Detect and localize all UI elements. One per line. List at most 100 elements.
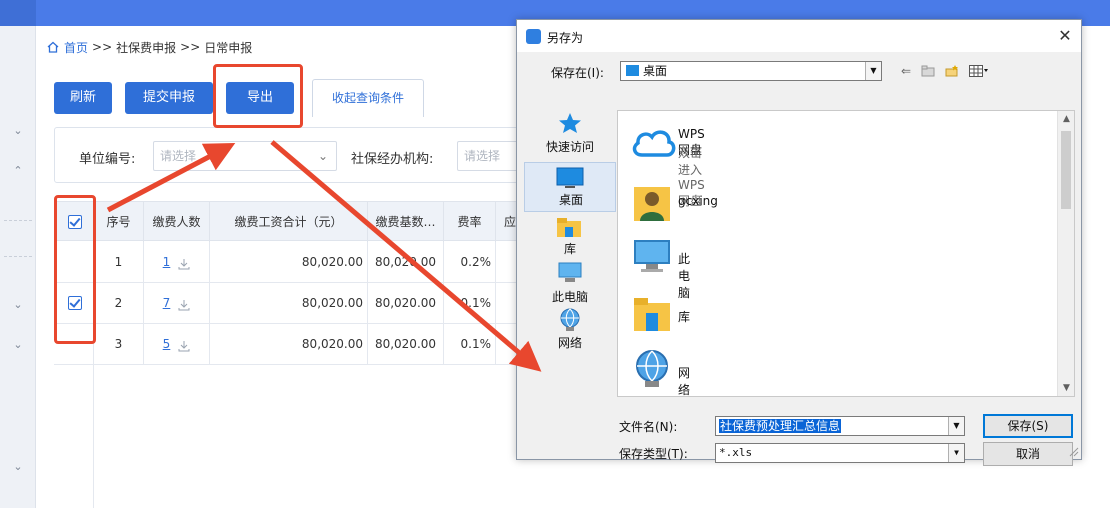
rate-cell: 0.1% (444, 324, 496, 364)
save-in-label: 保存在(I): (551, 66, 604, 80)
agency-label: 社保经办机构: (351, 152, 434, 167)
filetype-label: 保存类型(T): (619, 447, 688, 461)
dropdown-arrow-icon[interactable]: ▼ (948, 444, 964, 462)
dialog-body: 保存在(I): 桌面 ▼ ⇐ 快速访问 桌面 库 此电脑 网络 WPS网盘 双击… (517, 52, 1081, 466)
divider (4, 256, 32, 257)
row-index: 3 (94, 324, 144, 364)
dialog-titlebar: 另存为 ✕ (517, 20, 1081, 52)
chevron-up-icon[interactable]: ⌃ (0, 160, 36, 182)
filename-value: 社保费预处理汇总信息 (719, 419, 842, 433)
chevron-down-icon[interactable]: ⌄ (0, 120, 36, 142)
filename-label: 文件名(N): (619, 420, 678, 434)
place-label: 此电脑 (551, 290, 588, 304)
cloud-icon (632, 130, 676, 157)
place-network[interactable]: 网络 (524, 308, 616, 356)
base-cell: 80,020.00 (368, 324, 444, 364)
place-label: 快速访问 (545, 140, 594, 154)
breadcrumb-home[interactable]: 首页 (64, 39, 88, 56)
app-icon (526, 29, 541, 44)
desktop-icon (556, 167, 584, 188)
base-cell: 80,020.00 (368, 283, 444, 323)
breadcrumb-separator: >> (180, 40, 201, 54)
filetype-value: *.xls (719, 446, 753, 459)
payer-count-link[interactable]: 7 (163, 296, 171, 310)
download-icon[interactable] (178, 299, 190, 311)
checkbox-highlight-box (54, 195, 96, 344)
scroll-down-icon[interactable]: ▼ (1058, 380, 1075, 396)
dialog-title: 另存为 (547, 31, 584, 45)
chevron-down-icon[interactable]: ⌄ (0, 294, 36, 316)
payer-count-cell: 1 (144, 242, 210, 282)
table-row: 2 7 80,020.00 80,020.00 0.1% (54, 283, 524, 324)
computer-icon (558, 262, 582, 282)
file-name: 库 (678, 310, 691, 324)
download-icon[interactable] (178, 340, 190, 352)
top-bar-left (0, 0, 36, 26)
save-in-select[interactable]: 桌面 ▼ (620, 61, 882, 81)
payer-count-cell: 7 (144, 283, 210, 323)
wage-total-cell: 80,020.00 (210, 324, 368, 364)
place-quick-access[interactable]: 快速访问 (524, 110, 616, 160)
place-this-pc[interactable]: 此电脑 (524, 260, 616, 306)
refresh-button[interactable]: 刷新 (54, 82, 112, 114)
computer-icon (634, 240, 670, 272)
file-name: 网络 (678, 366, 691, 397)
file-name: 此电脑 (678, 252, 691, 300)
chevron-down-icon[interactable]: ⌄ (0, 334, 36, 356)
column-header: 费率 (444, 202, 496, 242)
column-header: 缴费人数 (144, 202, 210, 242)
network-globe-icon (560, 308, 580, 331)
table-empty-area (54, 365, 94, 508)
unit-number-select[interactable]: 请选择 ⌄ (153, 141, 337, 171)
network-globe-icon (636, 350, 668, 387)
breadcrumb-separator: >> (92, 40, 113, 54)
star-icon (559, 113, 581, 133)
save-as-dialog: 另存为 ✕ 保存在(I): 桌面 ▼ ⇐ 快速访问 桌面 库 此电脑 网络 WP… (516, 19, 1082, 466)
payer-count-link[interactable]: 1 (163, 255, 171, 269)
dropdown-arrow-icon[interactable]: ▼ (865, 62, 881, 80)
new-folder-icon[interactable] (945, 65, 959, 77)
save-button[interactable]: 保存(S) (983, 414, 1073, 438)
place-library[interactable]: 库 (524, 214, 616, 258)
filetype-select[interactable]: *.xls ▼ (715, 443, 965, 463)
dialog-toolbar: ⇐ (901, 62, 989, 80)
place-label: 网络 (557, 336, 582, 350)
filename-input[interactable]: 社保费预处理汇总信息 ▼ (715, 416, 965, 436)
back-arrow-icon[interactable]: ⇐ (901, 64, 911, 78)
chevron-down-icon[interactable]: ⌄ (0, 456, 36, 478)
dropdown-arrow-icon[interactable]: ▼ (948, 417, 964, 435)
file-list-scrollbar[interactable]: ▲ ▼ (1057, 111, 1074, 396)
breadcrumb-current: 日常申报 (204, 40, 253, 55)
divider (4, 220, 32, 221)
unit-number-placeholder: 请选择 (160, 149, 197, 163)
base-cell: 80,020.00 (368, 242, 444, 282)
close-icon[interactable]: ✕ (1055, 26, 1075, 46)
payer-count-link[interactable]: 5 (163, 337, 171, 351)
payer-count-cell: 5 (144, 324, 210, 364)
wage-total-cell: 80,020.00 (210, 242, 368, 282)
collapse-query-tab[interactable]: 收起查询条件 (312, 79, 424, 117)
table-header: 序号 缴费人数 缴费工资合计（元） 缴费基数… 费率 应 (54, 201, 524, 242)
place-desktop[interactable]: 桌面 (524, 162, 616, 212)
wage-total-cell: 80,020.00 (210, 283, 368, 323)
row-index: 2 (94, 283, 144, 323)
up-folder-icon[interactable] (921, 65, 935, 77)
places-bar: 快速访问 桌面 库 此电脑 网络 (524, 110, 616, 360)
home-icon[interactable] (46, 40, 60, 54)
scroll-up-icon[interactable]: ▲ (1058, 111, 1075, 127)
file-name: gcxing (678, 194, 718, 208)
column-header: 序号 (94, 202, 144, 242)
submit-declaration-button[interactable]: 提交申报 (125, 82, 213, 114)
cancel-button[interactable]: 取消 (983, 442, 1073, 466)
breadcrumb-item[interactable]: 社保费申报 (116, 39, 176, 56)
row-index: 1 (94, 242, 144, 282)
export-highlight-box (213, 64, 303, 128)
scrollbar-thumb[interactable] (1061, 131, 1071, 209)
view-menu-icon[interactable] (969, 65, 989, 77)
download-icon[interactable] (178, 258, 190, 270)
resize-grip-icon[interactable] (1067, 445, 1079, 457)
screenshot-root: ⌄ ⌃ ⌄ ⌄ ⌄ 首页 >> 社保费申报 >> 日常申报 刷新 提交申报 导出… (0, 0, 1110, 508)
save-in-value: 桌面 (643, 64, 668, 78)
filter-panel: 单位编号: 请选择 ⌄ 社保经办机构: 请选择 (54, 127, 527, 183)
declaration-table: 序号 缴费人数 缴费工资合计（元） 缴费基数… 费率 应 1 1 80,020.… (54, 201, 524, 508)
